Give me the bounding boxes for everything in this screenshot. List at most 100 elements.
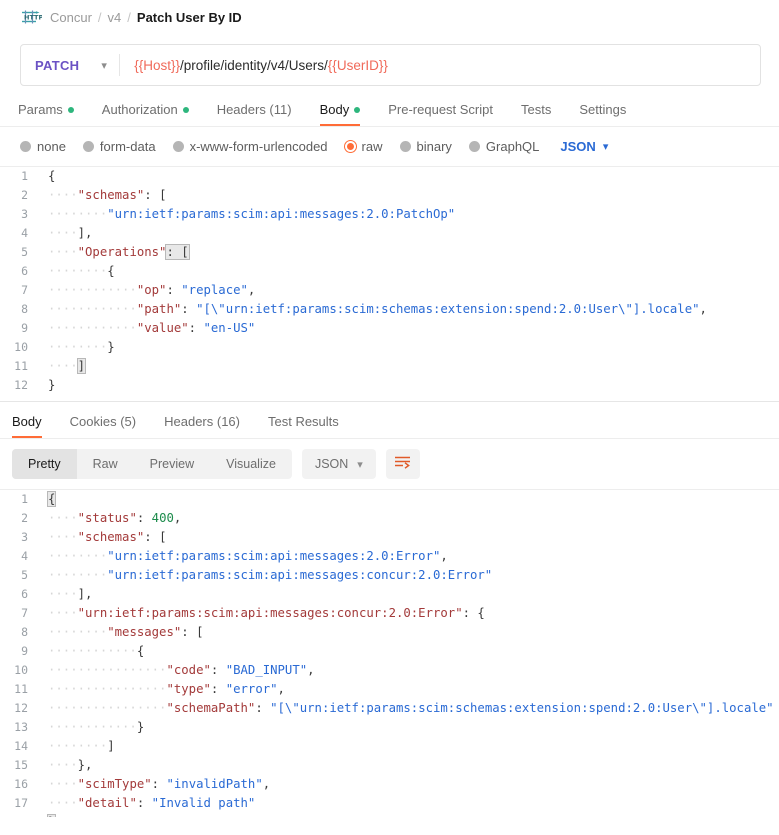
request-tab-label: Headers (11) <box>216 102 292 117</box>
radio-icon[interactable] <box>82 141 94 152</box>
code-line: 10 ········} <box>0 338 779 357</box>
code-line-content[interactable]: ········"urn:ietf:params:scim:api:messag… <box>40 566 779 585</box>
code-line-content[interactable]: ········"messages": [ <box>40 623 779 642</box>
code-line: 9 ············{ <box>0 642 779 661</box>
code-line-content[interactable]: ············"path": "[\"urn:ietf:params:… <box>40 300 779 319</box>
body-type-form-data[interactable]: form-data <box>82 139 156 154</box>
radio-icon[interactable] <box>172 141 184 152</box>
code-line-content[interactable]: ········] <box>40 737 779 756</box>
code-line-content[interactable]: } <box>40 376 779 395</box>
request-body-code[interactable]: 1{2 ····"schemas": [3 ········"urn:ietf:pa… <box>0 167 779 395</box>
body-format-dropdown[interactable]: JSON ▾ <box>560 139 608 154</box>
line-number: 12 <box>14 378 28 392</box>
request-tab-authorization[interactable]: Authorization <box>88 102 203 126</box>
code-line: 18} <box>0 813 779 817</box>
response-tab-headers-16[interactable]: Headers (16) <box>150 414 254 438</box>
code-line-content[interactable]: ············{ <box>40 642 779 661</box>
request-tab-headers-11[interactable]: Headers (11) <box>203 102 306 126</box>
code-line-content[interactable]: ········} <box>40 338 779 357</box>
request-tab-settings[interactable]: Settings <box>565 102 640 126</box>
line-number: 8 <box>21 302 28 316</box>
line-number: 11 <box>14 682 28 696</box>
method-dropdown[interactable]: PATCH ▾ <box>21 45 119 85</box>
code-line-content[interactable]: { <box>40 167 779 186</box>
code-line-content[interactable]: ····"schemas": [ <box>40 186 779 205</box>
line-number: 18 <box>0 813 40 817</box>
line-number: 2 <box>21 511 28 525</box>
code-line-content[interactable]: ············"value": "en-US" <box>40 319 779 338</box>
code-line-content[interactable]: ····] <box>40 357 779 376</box>
code-line-content[interactable]: ····"status": 400, <box>40 509 779 528</box>
response-view-raw[interactable]: Raw <box>77 449 134 479</box>
code-line-content[interactable]: ····"urn:ietf:params:scim:api:messages:c… <box>40 604 779 623</box>
request-tab-body[interactable]: Body <box>306 102 375 126</box>
response-body-code[interactable]: 1{2 ····"status": 400, 3 ····"schemas": [4 ·… <box>0 490 779 817</box>
line-number: 3 <box>21 207 28 221</box>
response-tab-label: Test Results <box>267 414 339 429</box>
code-line-content[interactable]: ····"Operations": [ <box>40 243 779 262</box>
line-number: 6 <box>21 587 28 601</box>
code-line-content[interactable]: ········"urn:ietf:params:scim:api:messag… <box>40 205 779 224</box>
code-line: 7 ····"urn:ietf:params:scim:api:messages:… <box>0 604 779 623</box>
code-line-content[interactable]: ············} <box>40 718 779 737</box>
chevron-down-icon: ▾ <box>357 458 363 471</box>
response-view-pretty[interactable]: Pretty <box>12 449 77 479</box>
body-type-graphql[interactable]: GraphQL <box>468 139 539 154</box>
code-line-content[interactable]: ················"code": "BAD_INPUT", <box>40 661 779 680</box>
url-host-variable: {{Host}} <box>134 57 180 73</box>
code-line-content[interactable]: ····}, <box>40 756 779 775</box>
code-line-content[interactable]: } <box>40 813 779 817</box>
tab-modified-dot-icon <box>182 106 189 113</box>
code-line: 12} <box>0 376 779 395</box>
code-line-content[interactable]: ····], <box>40 224 779 243</box>
body-type-label: x-www-form-urlencoded <box>189 139 328 154</box>
line-number: 17 <box>14 796 28 810</box>
line-number: 14 <box>14 739 28 753</box>
line-number: 7 <box>21 283 28 297</box>
body-type-x-www-form-urlencoded[interactable]: x-www-form-urlencoded <box>172 139 328 154</box>
code-line-content[interactable]: ················"type": "error", <box>40 680 779 699</box>
radio-icon[interactable] <box>20 141 31 152</box>
body-format-label: JSON <box>560 139 596 154</box>
code-line-content[interactable]: ····"scimType": "invalidPath", <box>40 775 779 794</box>
code-line-content[interactable]: ········{ <box>40 262 779 281</box>
code-line-content[interactable]: { <box>40 490 779 509</box>
code-line: 2 ····"schemas": [ <box>0 186 779 205</box>
url-input[interactable]: {{Host}}/profile/identity/v4/Users/{{Use… <box>120 45 760 85</box>
code-line: 6 ····], <box>0 585 779 604</box>
breadcrumb: Concur / v4 / Patch User By ID <box>50 10 242 25</box>
request-tab-tests[interactable]: Tests <box>507 102 565 126</box>
response-tab-body[interactable]: Body <box>12 414 56 438</box>
code-line-content[interactable]: ····"detail": "Invalid path" <box>40 794 779 813</box>
radio-icon[interactable] <box>399 141 411 152</box>
code-line-content[interactable]: ········"urn:ietf:params:scim:api:messag… <box>40 547 779 566</box>
request-tab-params[interactable]: Params <box>18 102 88 126</box>
request-tab-label: Pre-request Script <box>388 102 493 117</box>
request-body-editor[interactable]: 1{2 ····"schemas": [3 ········"urn:ietf:pa… <box>0 166 779 402</box>
radio-icon[interactable] <box>468 141 480 152</box>
code-line-content[interactable]: ····], <box>40 585 779 604</box>
breadcrumb-request-name[interactable]: Patch User By ID <box>137 10 242 25</box>
request-tab-pre-request-script[interactable]: Pre-request Script <box>374 102 507 126</box>
response-tab-test-results[interactable]: Test Results <box>254 414 353 438</box>
wrap-lines-button[interactable] <box>385 449 420 479</box>
code-line: 4 ····], <box>0 224 779 243</box>
chevron-down-icon: ▾ <box>602 141 609 153</box>
code-line-content[interactable]: ················"schemaPath": "[\"urn:ie… <box>40 699 779 718</box>
response-tab-cookies-5[interactable]: Cookies (5) <box>56 414 150 438</box>
body-type-raw[interactable]: raw <box>344 139 383 154</box>
response-body-editor[interactable]: 1{2 ····"status": 400, 3 ····"schemas": [4 ·… <box>0 489 779 817</box>
radio-icon[interactable] <box>344 141 356 152</box>
breadcrumb-bar: HTTP Concur / v4 / Patch User By ID <box>0 0 779 34</box>
response-format-dropdown[interactable]: JSON ▾ <box>301 449 376 479</box>
body-type-binary[interactable]: binary <box>399 139 452 154</box>
code-line-content[interactable]: ············"op": "replace", <box>40 281 779 300</box>
response-view-visualize[interactable]: Visualize <box>210 449 292 479</box>
body-type-none[interactable]: none <box>20 139 66 154</box>
breadcrumb-collection[interactable]: Concur <box>50 10 92 25</box>
breadcrumb-folder[interactable]: v4 <box>108 10 122 25</box>
line-number: 7 <box>21 606 28 620</box>
code-line-content[interactable]: ····"schemas": [ <box>40 528 779 547</box>
line-number: 13 <box>14 720 28 734</box>
response-view-preview[interactable]: Preview <box>134 449 210 479</box>
